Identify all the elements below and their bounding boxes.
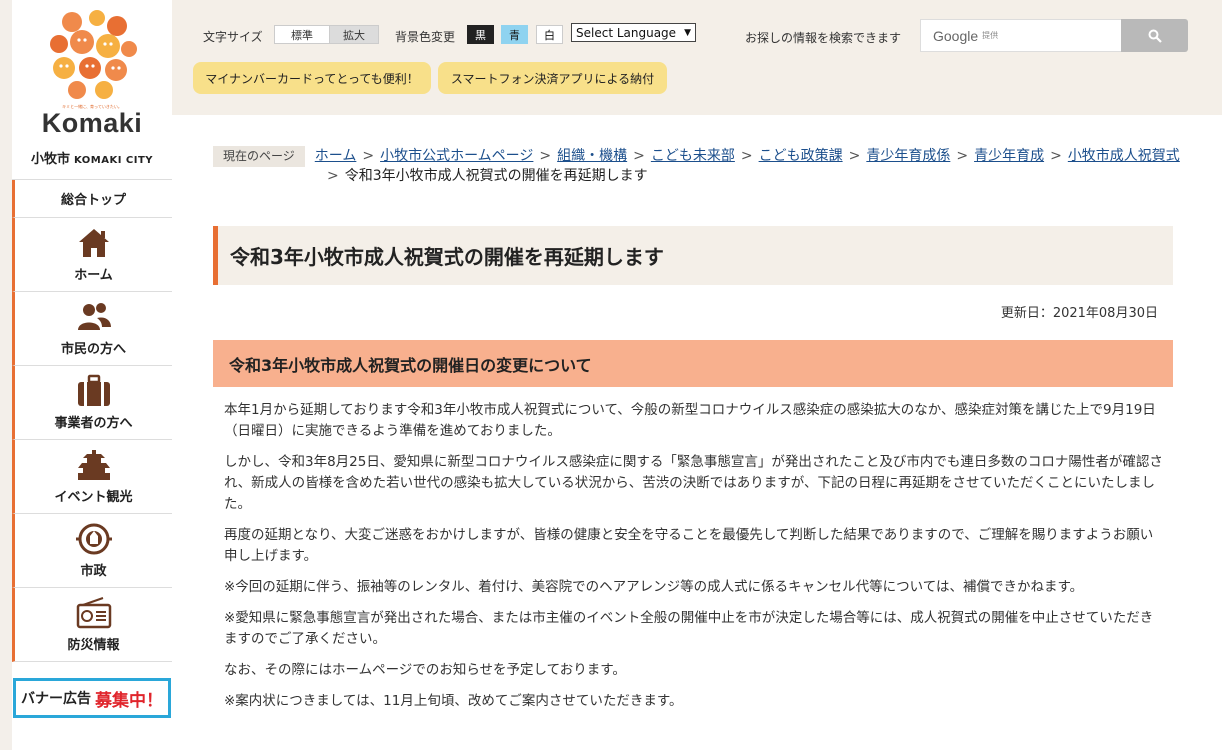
home-icon — [78, 229, 109, 257]
breadcrumb-link[interactable]: 小牧市公式ホームページ — [380, 148, 533, 164]
nav-item-city-admin[interactable]: 市政 — [12, 514, 172, 588]
breadcrumb-link[interactable]: 青少年育成 — [974, 148, 1044, 164]
breadcrumb-separator-icon: > — [1050, 148, 1062, 164]
radio-icon — [76, 597, 111, 629]
nav-item-label: ホーム — [74, 268, 113, 283]
breadcrumb: 現在のページ ホーム > 小牧市公式ホームページ > 組織・機構 > こども未来部 > こども政策… — [213, 145, 1213, 184]
search-input[interactable]: Google 提供 — [920, 19, 1122, 52]
nav-item-business[interactable]: 事業者の方へ — [12, 366, 172, 440]
section-heading: 令和3年小牧市成人祝賀式の開催日の変更について — [213, 340, 1173, 387]
city-emblem-icon — [75, 523, 112, 555]
bg-color-label: 背景色変更 — [395, 30, 456, 44]
breadcrumb-current: > 令和3年小牧市成人祝賀式の開催を再延期します — [327, 165, 648, 187]
search-button[interactable] — [1121, 19, 1188, 52]
breadcrumb-link[interactable]: こども未来部 — [651, 148, 735, 164]
site-logo[interactable]: キミと一緒に、育っていきたい。 Komaki 小牧市 KOMAKI CITY — [12, 0, 172, 180]
article-body: 本年1月から延期しております令和3年小牧市成人祝賀式について、今般の新型コロナウ… — [224, 400, 1164, 722]
castle-icon — [77, 450, 110, 480]
nav-item-label: 市民の方へ — [60, 342, 126, 357]
google-brand: Google — [933, 27, 979, 44]
nav-item-label: イベント観光 — [54, 490, 133, 505]
breadcrumb-separator-icon: > — [740, 148, 753, 164]
nav-item-events[interactable]: イベント観光 — [12, 440, 172, 514]
site-header: 文字サイズ 標準 拡大 背景色変更 黒 青 白 Select Language … — [172, 0, 1222, 115]
font-size-label: 文字サイズ — [203, 30, 263, 44]
main-nav: 総合トップ ホーム 市民の方へ 事業者の方へ イベント観光 市政 防災情報 — [12, 179, 172, 662]
logo-wordmark: Komaki — [41, 108, 143, 138]
language-select-value: Select Language — [576, 25, 677, 40]
city-name-jp: 小牧市 — [30, 152, 70, 167]
article-paragraph: しかし、令和3年8月25日、愛知県に新型コロナウイルス感染症に関する「緊急事態宣… — [224, 454, 1163, 512]
city-name: 小牧市 KOMAKI CITY — [12, 148, 172, 167]
bg-color-black-button[interactable]: 黒 — [467, 25, 494, 44]
people-icon — [77, 303, 111, 330]
search-icon — [1148, 29, 1162, 43]
breadcrumb-separator-icon: > — [539, 148, 552, 164]
font-size-large-button[interactable]: 拡大 — [329, 25, 379, 44]
chevron-down-icon: ▼ — [684, 27, 691, 38]
sidebar-edge — [0, 0, 12, 750]
nav-item-disaster[interactable]: 防災情報 — [12, 588, 172, 662]
search-powered-by: 提供 — [982, 31, 999, 40]
article-paragraph: ※今回の延期に伴う、振袖等のレンタル、着付け、美容院でのヘアアレンジ等の成人式に… — [224, 579, 1084, 595]
language-select[interactable]: Select Language ▼ — [571, 23, 696, 42]
breadcrumb-separator-icon: > — [327, 168, 339, 184]
article-paragraph: 再度の延期となり、大変ご迷惑をおかけしますが、皆様の健康と安全を守ることを最優先… — [224, 527, 1154, 564]
banner-highlight: 募集中！ — [95, 690, 163, 711]
breadcrumb-link[interactable]: ホーム — [315, 148, 357, 164]
breadcrumb-separator-icon: > — [848, 148, 861, 164]
sidebar: キミと一緒に、育っていきたい。 Komaki 小牧市 KOMAKI CITY 総合… — [0, 0, 172, 750]
nav-portal-top[interactable]: 総合トップ — [12, 180, 172, 218]
banner-text: バナー広告 — [21, 691, 91, 707]
nav-item-label: 市政 — [80, 564, 107, 579]
bg-color-white-button[interactable]: 白 — [536, 25, 563, 44]
bg-color-blue-button[interactable]: 青 — [501, 25, 528, 44]
nav-item-home[interactable]: ホーム — [12, 218, 172, 292]
article-paragraph: 本年1月から延期しております令和3年小牧市成人祝賀式について、今般の新型コロナウ… — [224, 402, 1156, 439]
breadcrumb-separator-icon: > — [362, 148, 375, 164]
nav-item-residents[interactable]: 市民の方へ — [12, 292, 172, 366]
breadcrumb-link[interactable]: 組織・機構 — [557, 148, 627, 164]
breadcrumb-link[interactable]: 青少年育成係 — [866, 148, 950, 164]
breadcrumb-separator-icon: > — [633, 148, 645, 164]
nav-item-label: 事業者の方へ — [54, 416, 133, 431]
banner-ad-recruit[interactable]: バナー広告 募集中！ — [13, 678, 171, 718]
breadcrumb-separator-icon: > — [956, 148, 969, 164]
breadcrumb-here-label: 現在のページ — [213, 146, 305, 167]
search-label: お探しの情報を検索できます — [745, 31, 902, 45]
font-size-standard-button[interactable]: 標準 — [274, 25, 330, 44]
article-paragraph: ※案内状につきましては、11月上旬頃、改めてご案内させていただきます。 — [224, 693, 683, 709]
page-title: 令和3年小牧市成人祝賀式の開催を再延期します — [213, 226, 1173, 285]
mynumber-card-link[interactable]: マイナンバーカードってとっても便利！ — [193, 62, 431, 94]
nav-item-label: 防災情報 — [67, 638, 120, 653]
smartphone-payment-link[interactable]: スマートフォン決済アプリによる納付 — [438, 62, 667, 94]
briefcase-icon — [77, 374, 110, 406]
article-paragraph: ※愛知県に緊急事態宣言が発出された場合、または市主催のイベント全般の開催中止を市… — [224, 610, 1154, 647]
updated-date: 更新日：2021年08月30日 — [1000, 306, 1158, 321]
breadcrumb-link[interactable]: こども政策課 — [759, 148, 843, 164]
breadcrumb-current-label: 令和3年小牧市成人祝賀式の開催を再延期します — [344, 168, 648, 184]
logo-faces-icon — [44, 6, 140, 102]
city-name-en: KOMAKI CITY — [73, 155, 154, 166]
breadcrumb-link[interactable]: 小牧市成人祝賀式 — [1068, 148, 1180, 164]
article-paragraph: なお、その際にはホームページでのお知らせを予定しております。 — [224, 662, 626, 678]
